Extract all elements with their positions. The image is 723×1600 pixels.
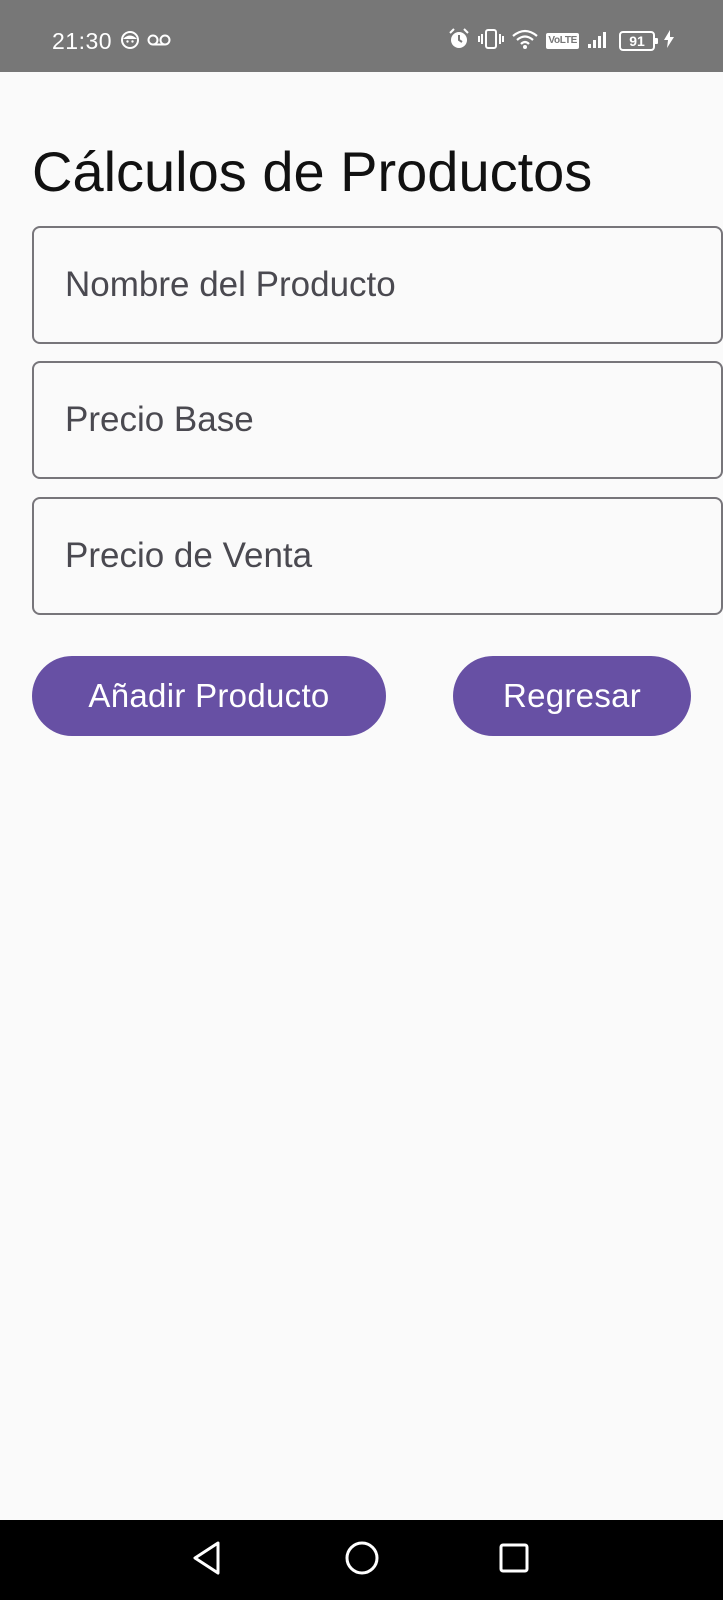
battery-level: 91 bbox=[629, 33, 645, 49]
alarm-icon bbox=[448, 27, 470, 55]
add-product-button[interactable]: Añadir Producto bbox=[32, 656, 386, 736]
status-right-icons: VoLTE 91 bbox=[448, 27, 675, 55]
navigation-bar bbox=[0, 1520, 723, 1600]
page-title: Cálculos de Productos bbox=[32, 140, 593, 203]
voicemail-icon bbox=[147, 33, 171, 52]
base-price-input[interactable] bbox=[34, 363, 721, 477]
sale-price-field[interactable] bbox=[32, 497, 723, 615]
status-time: 21:30 bbox=[52, 28, 113, 54]
vibrate-icon bbox=[478, 28, 505, 55]
back-icon bbox=[190, 1540, 224, 1581]
back-button[interactable]: Regresar bbox=[453, 656, 691, 736]
nav-home-button[interactable] bbox=[342, 1540, 382, 1580]
recents-icon bbox=[498, 1542, 530, 1579]
battery-icon: 91 bbox=[619, 31, 658, 51]
signal-icon bbox=[587, 29, 611, 54]
home-icon bbox=[344, 1540, 380, 1581]
wifi-icon bbox=[512, 28, 539, 55]
face-icon bbox=[120, 30, 140, 55]
charging-icon bbox=[663, 29, 675, 54]
product-name-input[interactable] bbox=[34, 228, 721, 342]
nav-back-button[interactable] bbox=[187, 1540, 227, 1580]
status-left-icons bbox=[120, 30, 171, 55]
sale-price-input[interactable] bbox=[34, 499, 721, 613]
nav-recents-button[interactable] bbox=[494, 1540, 534, 1580]
volte-icon: VoLTE bbox=[546, 33, 579, 49]
status-bar: 21:30 VoLTE 91 bbox=[0, 0, 723, 72]
base-price-field[interactable] bbox=[32, 361, 723, 479]
product-name-field[interactable] bbox=[32, 226, 723, 344]
